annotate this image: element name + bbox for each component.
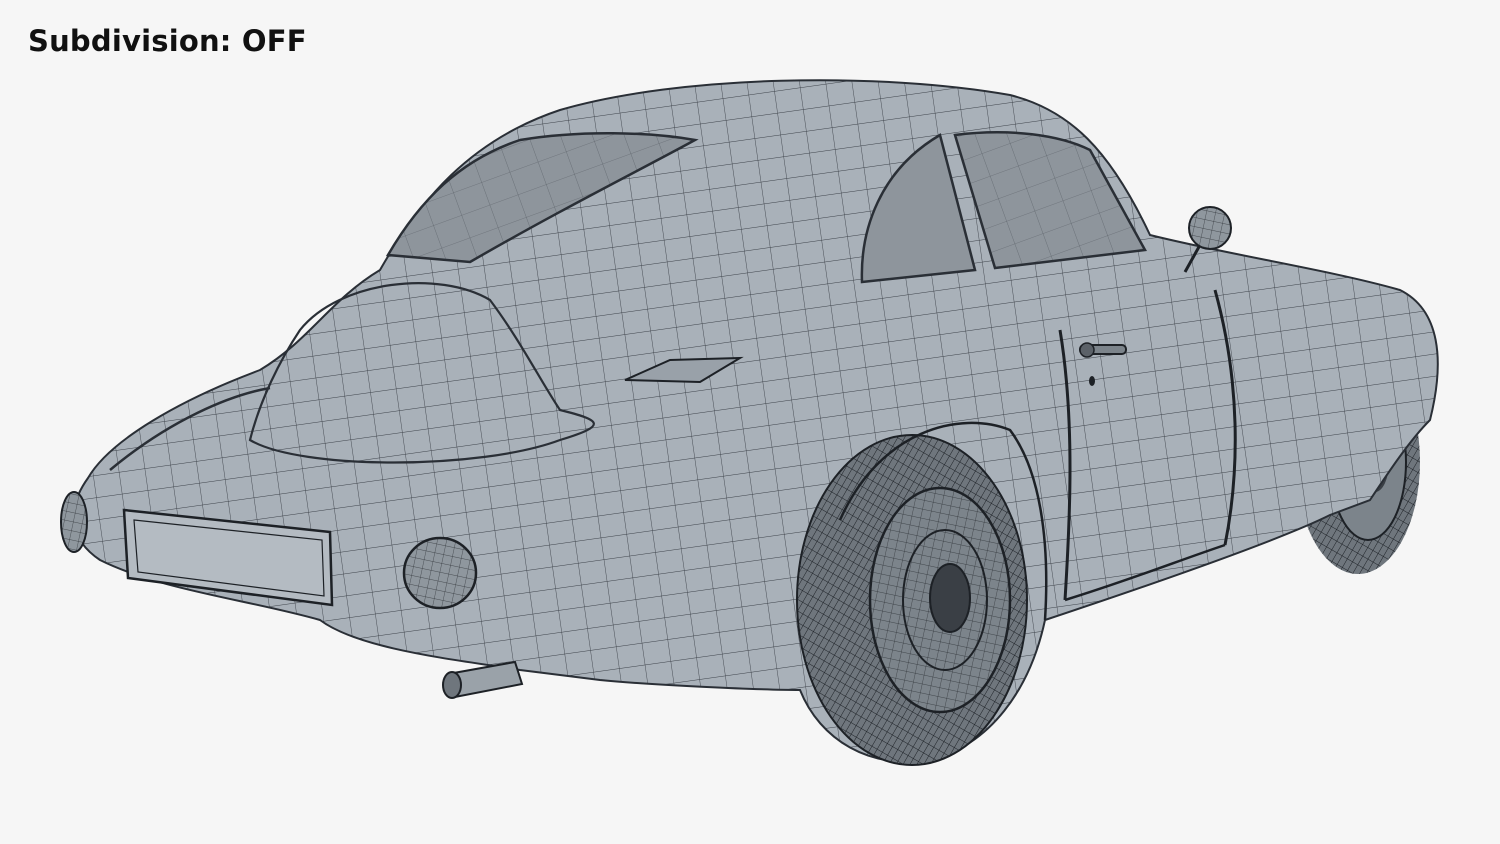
rear-left-wheel <box>796 434 1028 766</box>
tail-light-left <box>60 491 88 553</box>
car-body <box>72 79 1439 763</box>
exhaust-pipe <box>442 660 524 699</box>
tail-light-right <box>402 536 478 610</box>
wireframe-car-render <box>60 79 1439 766</box>
